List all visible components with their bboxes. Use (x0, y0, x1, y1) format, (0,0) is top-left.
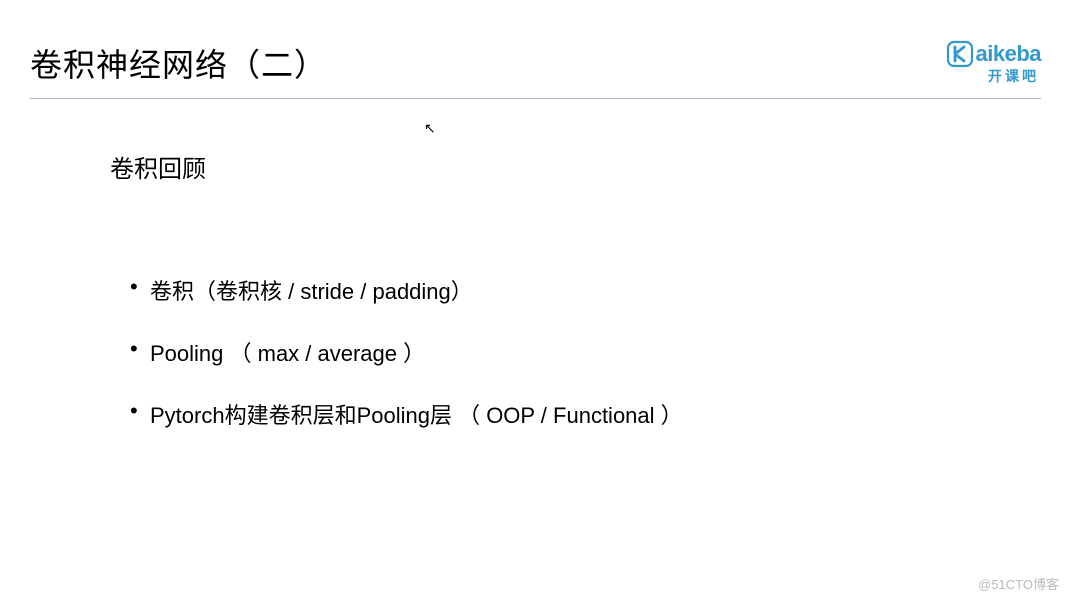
play-k-icon (946, 40, 974, 68)
logo-text: aikeba (976, 41, 1042, 67)
mouse-cursor-icon: ↖ (424, 120, 436, 137)
list-item: Pooling （ max / average ） (130, 336, 1041, 368)
bullet-list: 卷积（卷积核 / stride / padding） Pooling （ max… (110, 274, 1041, 430)
logo-subtext: 开课吧 (988, 66, 1041, 86)
watermark-text: @51CTO博客 (978, 574, 1059, 593)
slide-title: 卷积神经网络（二） (30, 40, 327, 86)
logo-main-row: aikeba (946, 40, 1042, 68)
slide-subtitle: 卷积回顾 (110, 149, 1041, 184)
header-row: 卷积神经网络（二） aikeba 开课吧 (30, 40, 1041, 99)
list-item: 卷积（卷积核 / stride / padding） (130, 274, 1041, 306)
slide-content: 卷积回顾 卷积（卷积核 / stride / padding） Pooling … (30, 139, 1041, 430)
brand-logo: aikeba 开课吧 (946, 40, 1042, 86)
slide-container: 卷积神经网络（二） aikeba 开课吧 ↖ 卷积回顾 卷积（卷积核 / str… (0, 0, 1071, 601)
list-item: Pytorch构建卷积层和Pooling层 （ OOP / Functional… (130, 398, 1041, 430)
